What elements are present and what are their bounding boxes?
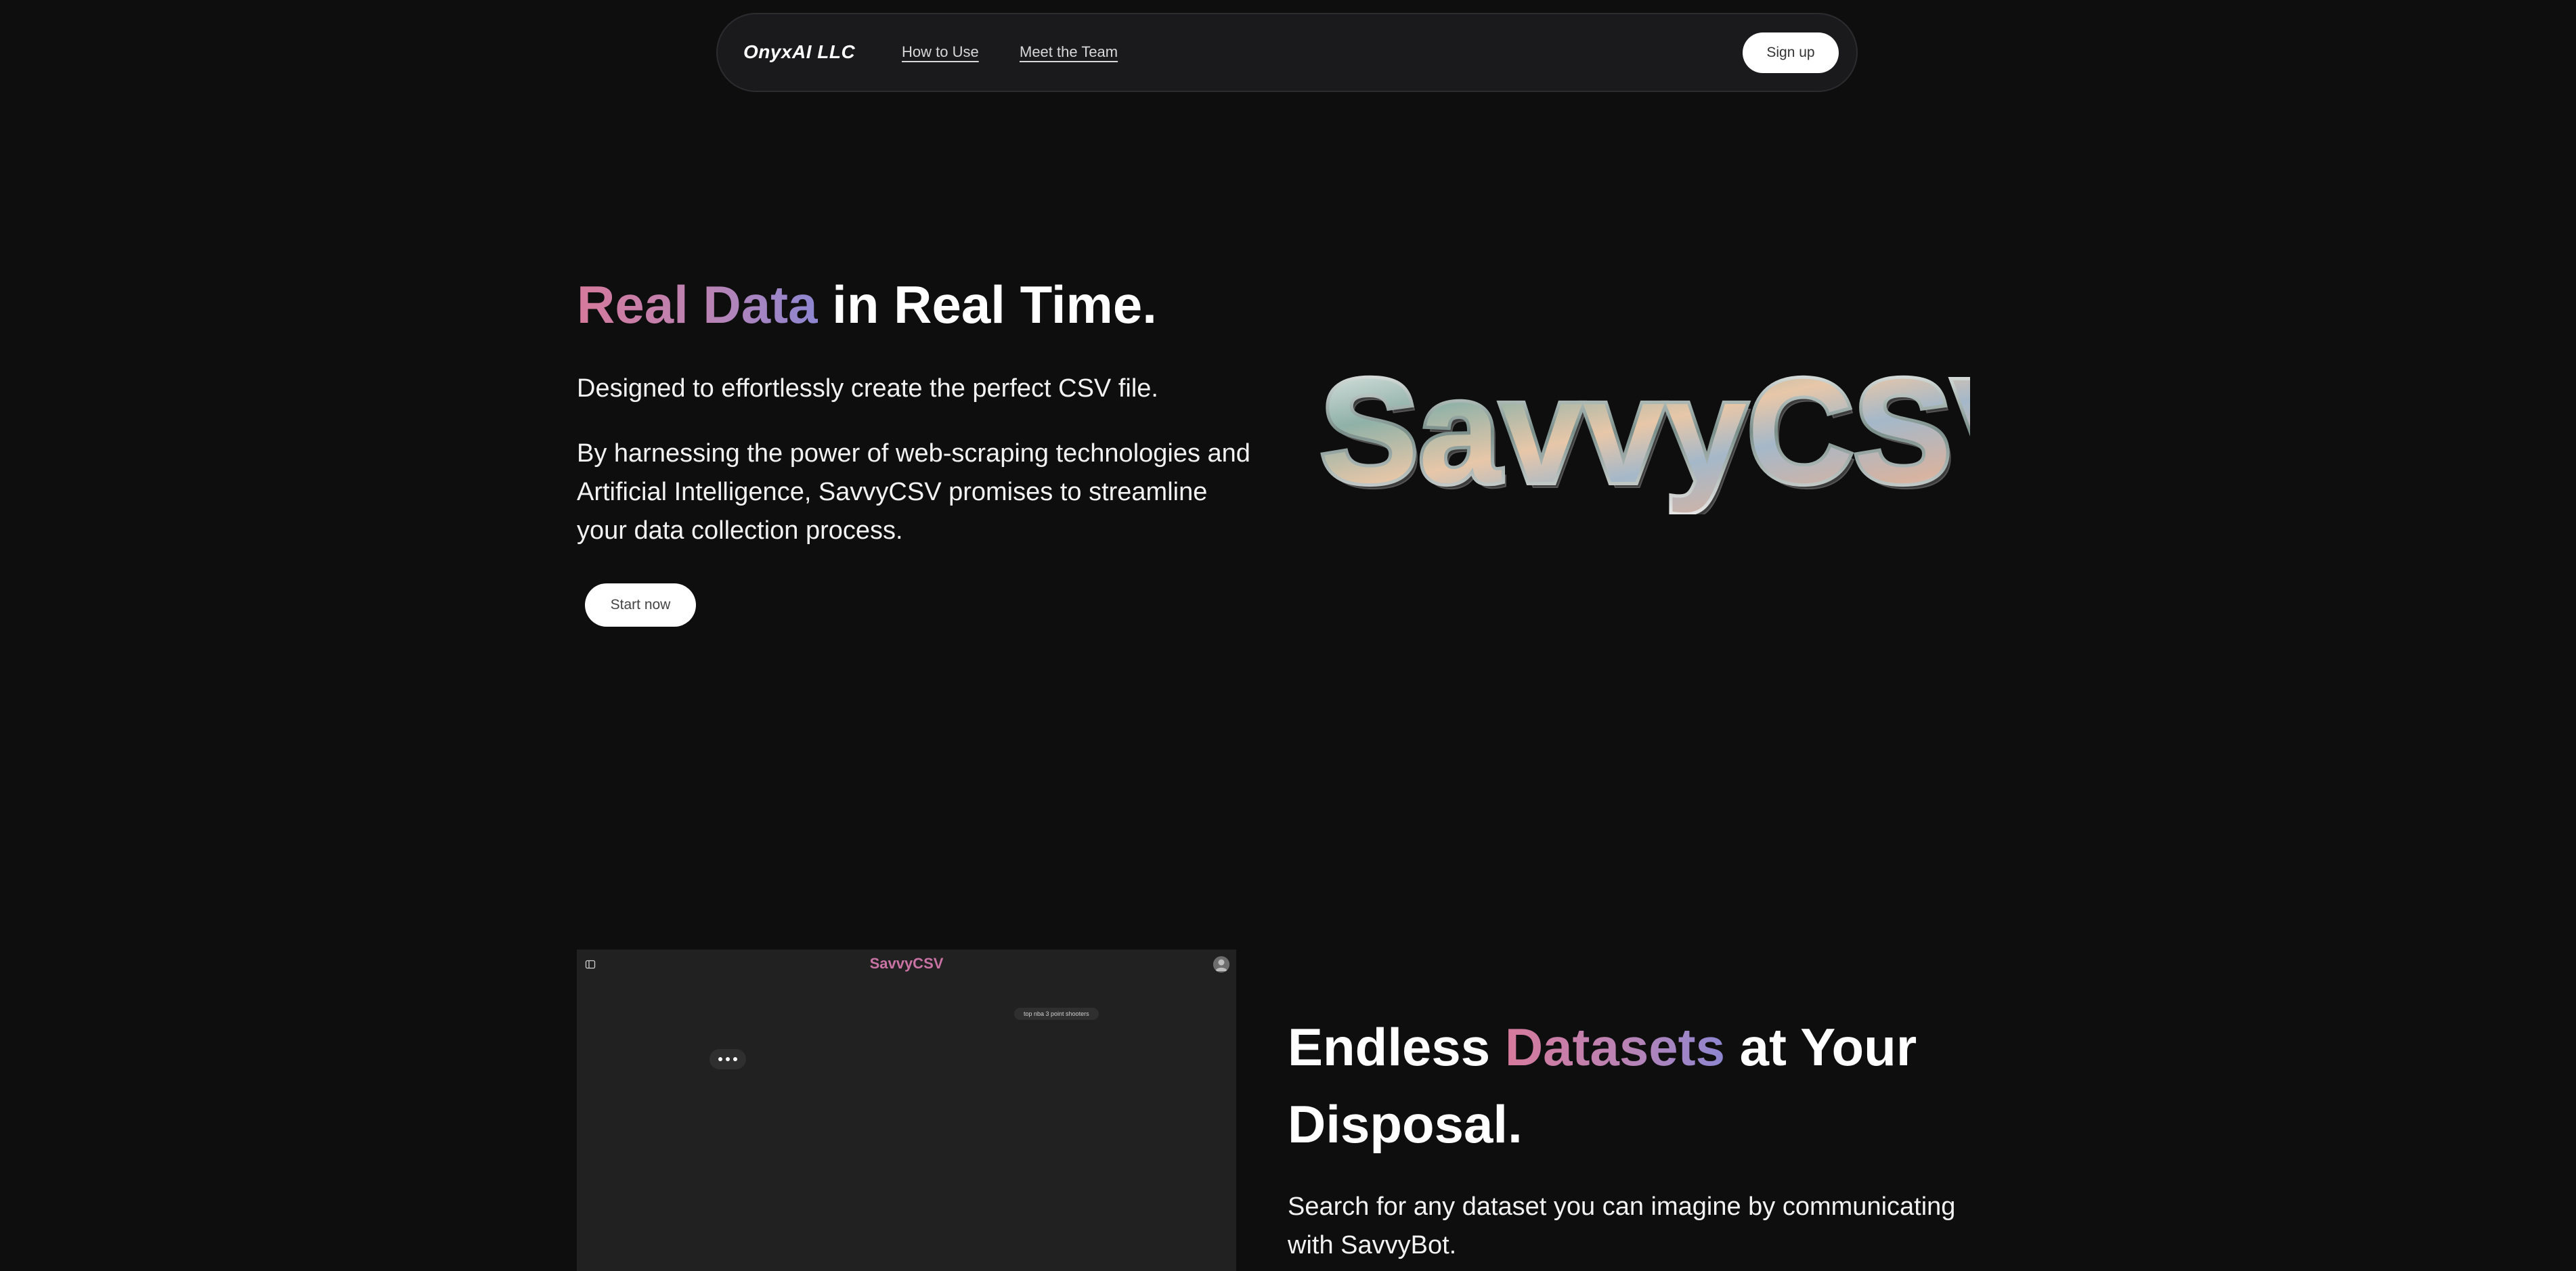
- nav-link-how-to-use[interactable]: How to Use: [902, 43, 979, 61]
- section-title-highlight: Datasets: [1504, 1017, 1725, 1077]
- savvycsv-logo-text: SavvyCSV: [1320, 352, 1970, 514]
- hero-subtitle: Designed to effortlessly create the perf…: [577, 374, 1158, 403]
- brand-logo[interactable]: OnyxAI LLC: [743, 41, 855, 63]
- top-nav: OnyxAI LLC How to Use Meet the Team Sign…: [716, 13, 1858, 92]
- hero-title: Real Data in Real Time.: [577, 274, 1157, 336]
- start-now-button[interactable]: Start now: [585, 583, 696, 627]
- section-title-datasets: Endless Datasets at Your Disposal.: [1288, 1008, 1965, 1163]
- avatar-icon[interactable]: [1213, 956, 1229, 973]
- app-preview-screenshot: SavvyCSV top nba 3 point shooters: [577, 950, 1236, 1271]
- hero-title-rest: in Real Time.: [817, 275, 1157, 334]
- landing-page: OnyxAI LLC How to Use Meet the Team Sign…: [0, 0, 2576, 1271]
- section-title-start: Endless: [1288, 1017, 1505, 1077]
- hero-paragraph: By harnessing the power of web-scraping …: [577, 439, 1250, 545]
- savvycsv-chrome-logo: SavvyCSV SavvyCSV: [1320, 352, 1970, 514]
- typing-indicator: [710, 1049, 746, 1069]
- typing-dot: [718, 1057, 722, 1061]
- signup-button[interactable]: Sign up: [1743, 32, 1839, 73]
- typing-dot: [733, 1057, 737, 1061]
- user-query-bubble: top nba 3 point shooters: [1014, 1008, 1099, 1020]
- app-preview-title: SavvyCSV: [869, 955, 944, 972]
- nav-link-meet-the-team[interactable]: Meet the Team: [1020, 43, 1118, 61]
- hero-title-highlight: Real Data: [577, 275, 818, 334]
- section-paragraph: Search for any dataset you can imagine b…: [1288, 1192, 1956, 1259]
- typing-dot: [726, 1057, 730, 1061]
